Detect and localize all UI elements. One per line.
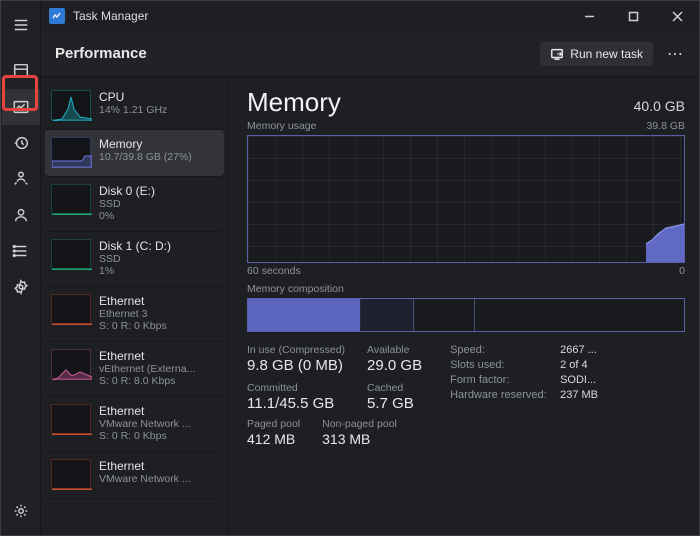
resource-item-disk-1-c-d-[interactable]: Disk 1 (C: D:)SSD1%: [45, 232, 224, 287]
maximize-button[interactable]: [611, 1, 655, 31]
sparkline: [51, 349, 91, 379]
app-title: Task Manager: [73, 9, 148, 23]
resource-sub2: S: 0 R: 0 Kbps: [99, 430, 191, 442]
run-new-task-button[interactable]: Run new task: [540, 42, 653, 66]
settings-icon[interactable]: [2, 493, 40, 529]
pane-title: Memory: [247, 87, 341, 118]
chart-x-left: 60 seconds: [247, 265, 301, 277]
resource-sub1: SSD: [99, 198, 155, 210]
sparkline: [51, 137, 91, 167]
resource-sub1: vEthernet (Externa...: [99, 363, 195, 375]
composition-label: Memory composition: [247, 283, 685, 295]
resource-sub2: 0%: [99, 210, 155, 222]
committed-label: Committed: [247, 382, 345, 394]
performance-icon[interactable]: [2, 89, 40, 125]
memory-capacity: 40.0 GB: [634, 98, 685, 114]
sparkline: [51, 239, 91, 269]
sparkline: [51, 90, 91, 120]
memory-usage-chart[interactable]: [247, 135, 685, 263]
resource-item-disk-0-e-[interactable]: Disk 0 (E:)SSD0%: [45, 177, 224, 232]
services-icon[interactable]: [2, 269, 40, 305]
resource-name: Disk 0 (E:): [99, 184, 155, 198]
page-title: Performance: [55, 45, 147, 62]
resource-sub1: 14% 1.21 GHz: [99, 104, 167, 116]
resource-item-cpu[interactable]: CPU14% 1.21 GHz: [45, 83, 224, 130]
in-use-label: In use (Compressed): [247, 344, 345, 356]
details-icon[interactable]: [2, 233, 40, 269]
resource-item-ethernet[interactable]: EthernetvEthernet (Externa...S: 0 R: 8.0…: [45, 342, 224, 397]
paged-value: 412 MB: [247, 431, 300, 447]
resource-name: Ethernet: [99, 294, 167, 308]
hw-value: 237 MB: [560, 389, 598, 401]
resource-name: CPU: [99, 90, 167, 104]
users-icon[interactable]: [2, 197, 40, 233]
app-history-icon[interactable]: [2, 125, 40, 161]
startup-icon[interactable]: [2, 161, 40, 197]
comp-modified: [361, 299, 413, 331]
title-bar: Task Manager: [41, 1, 699, 31]
processes-icon[interactable]: [2, 53, 40, 89]
resource-name: Disk 1 (C: D:): [99, 239, 171, 253]
more-button[interactable]: ⋯: [661, 40, 689, 68]
page-header: Performance Run new task ⋯: [41, 31, 699, 77]
hw-label: Hardware reserved:: [450, 389, 550, 401]
available-label: Available: [367, 344, 422, 356]
chart-x-right: 0: [679, 265, 685, 277]
nav-rail: [1, 1, 41, 535]
comp-standby: [414, 299, 475, 331]
resource-item-memory[interactable]: Memory10.7/39.8 GB (27%): [45, 130, 224, 177]
committed-value: 11.1/45.5 GB: [247, 395, 345, 412]
sparkline: [51, 404, 91, 434]
resource-item-ethernet[interactable]: EthernetVMware Network ...S: 0 R: 0 Kbps: [45, 397, 224, 452]
comp-free: [475, 299, 684, 331]
run-icon: [550, 47, 564, 61]
resource-sub1: VMware Network ...: [99, 418, 191, 430]
resource-sub1: Ethernet 3: [99, 308, 167, 320]
app-icon: [49, 8, 65, 24]
resource-sub2: S: 0 R: 8.0 Kbps: [99, 375, 195, 387]
slots-label: Slots used:: [450, 359, 550, 371]
resource-sub1: SSD: [99, 253, 171, 265]
in-use-value: 9.8 GB (0 MB): [247, 357, 345, 374]
minimize-button[interactable]: [567, 1, 611, 31]
resource-sub1: VMware Network ...: [99, 473, 191, 485]
comp-in-use: [248, 299, 361, 331]
resource-list[interactable]: CPU14% 1.21 GHzMemory10.7/39.8 GB (27%)D…: [41, 77, 229, 535]
speed-label: Speed:: [450, 344, 550, 356]
window: Task Manager Performance Run new task ⋯ …: [41, 1, 699, 535]
slots-value: 2 of 4: [560, 359, 588, 371]
resource-item-ethernet[interactable]: EthernetEthernet 3S: 0 R: 0 Kbps: [45, 287, 224, 342]
nonpaged-label: Non-paged pool: [322, 418, 397, 430]
resource-sub2: 1%: [99, 265, 171, 277]
run-new-task-label: Run new task: [570, 47, 643, 61]
form-label: Form factor:: [450, 374, 550, 386]
resource-name: Ethernet: [99, 459, 191, 473]
sparkline: [51, 459, 91, 489]
chart-y-max: 39.8 GB: [646, 120, 685, 132]
memory-pane: Memory 40.0 GB Memory usage 39.8 GB 60 s…: [229, 77, 699, 535]
resource-name: Memory: [99, 137, 192, 151]
memory-stats: In use (Compressed)9.8 GB (0 MB) Committ…: [247, 344, 685, 412]
resource-sub2: S: 0 R: 0 Kbps: [99, 320, 167, 332]
available-value: 29.0 GB: [367, 357, 422, 374]
sparkline: [51, 294, 91, 324]
nonpaged-value: 313 MB: [322, 431, 397, 447]
resource-name: Ethernet: [99, 349, 195, 363]
resource-item-ethernet[interactable]: EthernetVMware Network ...: [45, 452, 224, 499]
composition-chart[interactable]: [247, 298, 685, 332]
cached-value: 5.7 GB: [367, 395, 422, 412]
close-button[interactable]: [655, 1, 699, 31]
form-value: SODI...: [560, 374, 596, 386]
cached-label: Cached: [367, 382, 422, 394]
hamburger-icon[interactable]: [2, 7, 40, 43]
chart-y-label: Memory usage: [247, 120, 316, 132]
resource-name: Ethernet: [99, 404, 191, 418]
paged-label: Paged pool: [247, 418, 300, 430]
resource-sub1: 10.7/39.8 GB (27%): [99, 151, 192, 163]
sparkline: [51, 184, 91, 214]
speed-value: 2667 ...: [560, 344, 597, 356]
